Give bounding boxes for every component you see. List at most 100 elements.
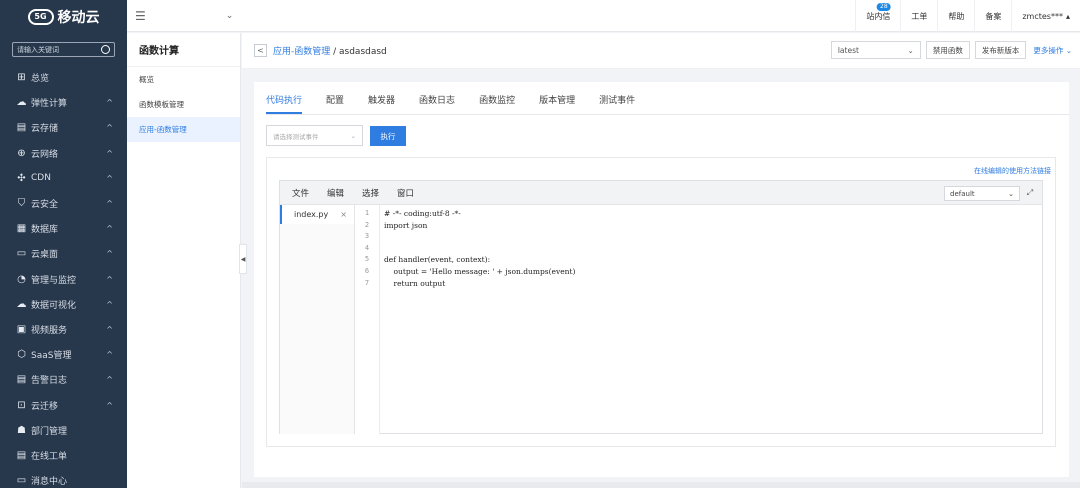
top-link-2[interactable]: 帮助 <box>937 0 974 32</box>
version-select[interactable]: latest ⌄ <box>830 41 921 59</box>
nav-item-label: 云桌面 <box>31 250 59 261</box>
code-line: def handler(event, context): <box>384 255 491 265</box>
nav-item-12[interactable]: ▤ 告警日志 ^ <box>0 367 127 392</box>
theme-value: default <box>950 189 975 198</box>
video-icon: ▣ <box>16 323 27 335</box>
top-link-label: 站内信 <box>866 11 891 21</box>
message-icon: ▭ <box>16 475 27 487</box>
code-editor: 文件 编辑 选择 窗口 default ⌄ ⤢ index.py × 1234567 … <box>279 180 1043 434</box>
menu-toggle-icon[interactable]: ☰ <box>135 9 146 23</box>
code-line: # -*- coding:utf-8 -*- <box>384 209 461 218</box>
caret-up-icon: ▴ <box>1065 11 1070 21</box>
tab-4[interactable]: 函数监控 <box>479 92 515 114</box>
tab-3[interactable]: 函数日志 <box>419 92 455 114</box>
ticket-icon: ▤ <box>16 449 27 461</box>
tab-6[interactable]: 测试事件 <box>599 92 635 114</box>
back-button[interactable]: < <box>254 44 267 57</box>
chevron-up-icon: ^ <box>106 375 113 385</box>
nav-item-9[interactable]: ☁ 数据可视化 ^ <box>0 292 127 317</box>
sub-sidebar-item-1[interactable]: 函数模板管理 <box>127 92 240 117</box>
line-number-gutter: 1 2 3 4 5 6 7 <box>355 205 380 434</box>
saas-icon: ⬡ <box>17 349 26 361</box>
nav-item-0[interactable]: ⊞ 总览 <box>0 65 127 90</box>
sub-sidebar: 函数计算 概览 函数模板管理 应用-函数管理 <box>127 33 241 488</box>
top-link-label: 备案 <box>985 11 1002 21</box>
disable-function-button[interactable]: 禁用函数 <box>925 41 970 59</box>
test-event-select[interactable]: 请选择测试事件 ⌄ <box>266 125 363 146</box>
chevron-down-icon[interactable]: ⌄ <box>226 11 234 21</box>
top-link-0[interactable]: 站内信 28 <box>855 0 900 32</box>
line-number: 7 <box>364 278 370 287</box>
tab-0[interactable]: 代码执行 <box>266 92 303 114</box>
breadcrumb-link[interactable]: 应用-函数管理 <box>273 47 330 57</box>
editor-menu-item[interactable]: 选择 <box>362 187 379 199</box>
fullscreen-icon[interactable]: ⤢ <box>1024 187 1036 199</box>
top-link-label: 帮助 <box>948 11 965 21</box>
chevron-up-icon: ^ <box>106 199 113 209</box>
nav-list: ⊞ 总览 ☁ 弹性计算 ^ ▤ 云存储 ^ ⊕ 云网络 ^ ✣ CDN ^ ⛉ 云安全 ^ ▦ 数据库 ^ ▭ 云桌面 ^ ◔… <box>0 65 127 488</box>
collapse-sidebar-handle[interactable]: ◀ <box>239 244 247 274</box>
breadcrumb-current: asdasdasd <box>339 47 387 57</box>
sub-sidebar-item-2[interactable]: 应用-函数管理 <box>127 117 240 142</box>
file-tab[interactable]: index.py × <box>280 205 354 224</box>
nav-item-1[interactable]: ☁ 弹性计算 ^ <box>0 90 127 115</box>
nav-item-16[interactable]: ▭ 消息中心 <box>0 468 127 488</box>
nav-item-6[interactable]: ▦ 数据库 ^ <box>0 216 127 241</box>
chevron-down-icon: ⌄ <box>350 131 356 140</box>
sub-sidebar-item-0[interactable]: 概览 <box>127 67 240 92</box>
nav-item-5[interactable]: ⛉ 云安全 ^ <box>0 191 127 216</box>
chevron-up-icon: ^ <box>106 299 113 309</box>
top-link-3[interactable]: 备案 <box>974 0 1011 32</box>
code-area[interactable]: # -*- coding:utf-8 -*- import json def han… <box>384 205 1042 434</box>
chevron-up-icon: ^ <box>106 274 113 284</box>
nav-item-label: 部门管理 <box>31 426 68 437</box>
close-icon[interactable]: × <box>340 210 347 219</box>
file-tree: index.py × <box>280 205 355 434</box>
sub-sidebar-list: 概览 函数模板管理 应用-函数管理 <box>127 67 240 142</box>
nav-item-7[interactable]: ▭ 云桌面 ^ <box>0 241 127 266</box>
more-operations-link[interactable]: 更多操作 ⌄ <box>1033 45 1072 56</box>
editor-help-link[interactable]: 在线编辑的使用方法链接 <box>974 166 1051 176</box>
top-link-4[interactable]: zmctes*** ▴ <box>1011 0 1080 32</box>
breadcrumb-bar: < 应用-函数管理 / asdasdasd latest ⌄ 禁用函数 发布新版… <box>242 33 1080 69</box>
editor-menu-item[interactable]: 文件 <box>292 187 309 199</box>
nav-item-3[interactable]: ⊕ 云网络 ^ <box>0 141 127 166</box>
line-number: 1 <box>364 209 370 217</box>
publish-version-button[interactable]: 发布新版本 <box>974 41 1027 59</box>
editor-menu-item[interactable]: 编辑 <box>327 187 344 199</box>
nav-item-14[interactable]: ☗ 部门管理 <box>0 418 127 443</box>
chevron-up-icon: ^ <box>106 324 113 334</box>
theme-select[interactable]: default ⌄ <box>944 186 1020 201</box>
brand-logo[interactable]: 5G 移动云 <box>0 0 127 34</box>
nav-item-label: 数据可视化 <box>31 300 77 311</box>
line-number: 3 <box>364 232 370 241</box>
nav-item-8[interactable]: ◔ 管理与监控 ^ <box>0 267 127 292</box>
nav-item-15[interactable]: ▤ 在线工单 <box>0 443 127 468</box>
horizontal-scrollbar[interactable] <box>242 482 1080 488</box>
nav-item-2[interactable]: ▤ 云存储 ^ <box>0 115 127 140</box>
nav-search-input[interactable] <box>17 45 97 54</box>
top-bar: ☰ ⌄ 站内信 28 工单 帮助 备案 zmctes*** ▴ <box>127 0 1080 32</box>
top-link-1[interactable]: 工单 <box>900 0 937 32</box>
tab-5[interactable]: 版本管理 <box>539 92 575 114</box>
tab-1[interactable]: 配置 <box>326 92 344 114</box>
run-button[interactable]: 执行 <box>370 126 406 146</box>
tab-2[interactable]: 触发器 <box>368 92 395 114</box>
top-links: 站内信 28 工单 帮助 备案 zmctes*** ▴ <box>855 0 1080 32</box>
nav-item-4[interactable]: ✣ CDN ^ <box>0 166 127 191</box>
nav-item-10[interactable]: ▣ 视频服务 ^ <box>0 317 127 342</box>
header-actions: latest ⌄ 禁用函数 发布新版本 更多操作 ⌄ <box>830 41 1072 59</box>
nav-item-11[interactable]: ⬡ SaaS管理 ^ <box>0 342 127 367</box>
editor-menu-item[interactable]: 窗口 <box>397 187 414 199</box>
nav-item-13[interactable]: ⊡ 云迁移 ^ <box>0 392 127 417</box>
file-name: index.py <box>294 210 329 219</box>
line-number: 2 <box>364 220 370 229</box>
nav-item-label: 云安全 <box>31 200 59 211</box>
caret-left-icon: ◀ <box>240 255 246 263</box>
line-number: 4 <box>364 243 370 252</box>
search-icon[interactable] <box>101 45 110 54</box>
nav-item-label: 视频服务 <box>31 325 68 336</box>
desktop-icon: ▭ <box>16 248 27 260</box>
nav-item-label: 数据库 <box>31 225 59 236</box>
cdn-icon: ✣ <box>17 172 26 184</box>
